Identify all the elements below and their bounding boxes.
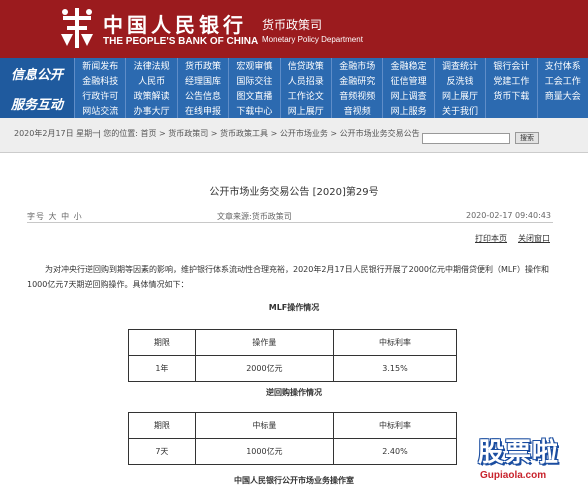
nav-row-2: 金融科技 人民币 经理国库 国际交往 人员招录 金融研究 征信管理 反洗钱 党建…: [74, 73, 588, 88]
article-timestamp: 2020-02-17 09:40:43: [466, 211, 551, 220]
bank-name-cn: 中国人民银行: [103, 13, 247, 37]
repo-table: 期限 中标量 中标利率 7天 1000亿元 2.40%: [128, 412, 457, 465]
table-cell: 1000亿元: [194, 438, 335, 465]
mlf-table: 期限 操作量 中标利率 1年 2000亿元 3.15%: [128, 329, 457, 382]
nav-item[interactable]: 支付体系: [536, 58, 588, 73]
table-cell: 1年: [128, 355, 196, 382]
table-header-row: 期限 中标量 中标利率: [128, 412, 457, 439]
nav-item[interactable]: 征信管理: [382, 73, 433, 88]
nav-item[interactable]: 货币下载: [485, 88, 536, 103]
nav-item[interactable]: 关于我们: [433, 103, 485, 118]
pboc-logo-icon: [61, 8, 93, 48]
table-cell: 3.15%: [333, 355, 457, 382]
nav-section-info: 信息公开: [0, 58, 74, 88]
watermark-text-en: Gupiaola.com: [480, 470, 547, 481]
nav-item[interactable]: 工作论文: [279, 88, 331, 103]
nav-item[interactable]: 在线申报: [176, 103, 228, 118]
current-date: 2020年2月17日 星期一: [14, 129, 101, 138]
nav-item[interactable]: 网上调查: [382, 88, 433, 103]
table-header-cell: 中标利率: [333, 412, 457, 439]
table-header-cell: 操作量: [194, 329, 335, 356]
print-link[interactable]: 打印本页: [475, 233, 507, 244]
search-button[interactable]: 搜索: [515, 132, 539, 144]
main-navigation: 信息公开 服务互动 新闻发布 法律法规 货币政策 宏观审慎 信贷政策 金融市场 …: [0, 58, 588, 118]
nav-item[interactable]: 音视频: [331, 103, 382, 118]
nav-item[interactable]: 党建工作: [485, 73, 536, 88]
nav-item[interactable]: 人民币: [125, 73, 176, 88]
department-name-cn: 货币政策司: [262, 18, 323, 32]
nav-item[interactable]: 网上服务: [382, 103, 433, 118]
nav-item[interactable]: 货币政策: [176, 58, 228, 73]
nav-item[interactable]: 下载中心: [228, 103, 279, 118]
nav-item[interactable]: 国际交往: [228, 73, 279, 88]
article-paragraph: 为对冲央行逆回购到期等因素的影响，维护银行体系流动性合理充裕，2020年2月17…: [27, 265, 549, 289]
table-header-cell: 期限: [128, 329, 196, 356]
divider: [27, 222, 553, 223]
nav-item[interactable]: 图文直播: [228, 88, 279, 103]
nav-item[interactable]: 行政许可: [74, 88, 125, 103]
table-header-row: 期限 操作量 中标利率: [128, 329, 457, 356]
nav-item[interactable]: 金融研究: [331, 73, 382, 88]
nav-item[interactable]: 网上展厅: [433, 88, 485, 103]
table-cell: 2.40%: [333, 438, 457, 465]
department-name-en: Monetary Policy Department: [262, 35, 363, 44]
nav-row-4: 网站交流 办事大厅 在线申报 下载中心 网上展厅 音视频 网上服务 关于我们: [74, 103, 588, 118]
nav-row-3: 行政许可 政策解读 公告信息 图文直播 工作论文 音频视频 网上调查 网上展厅 …: [74, 88, 588, 103]
nav-item[interactable]: 调查统计: [433, 58, 485, 73]
nav-item[interactable]: 公告信息: [176, 88, 228, 103]
nav-item[interactable]: 金融稳定: [382, 58, 433, 73]
nav-item[interactable]: 信贷政策: [279, 58, 331, 73]
nav-item[interactable]: 网站交流: [74, 103, 125, 118]
nav-item[interactable]: [485, 103, 536, 118]
breadcrumb[interactable]: | 您的位置: 首页 > 货币政策司 > 货币政策工具 > 公开市场业务 > 公…: [98, 128, 478, 139]
watermark-text-cn: 股票啦: [478, 438, 560, 468]
nav-item[interactable]: 金融市场: [331, 58, 382, 73]
site-header: 中国人民银行 THE PEOPLE'S BANK OF CHINA 货币政策司 …: [0, 0, 588, 58]
nav-item[interactable]: 政策解读: [125, 88, 176, 103]
nav-item[interactable]: 音频视频: [331, 88, 382, 103]
nav-section-service: 服务互动: [0, 88, 74, 118]
nav-item[interactable]: [536, 103, 588, 118]
watermark: 股票啦 Gupiaola.com: [470, 430, 588, 486]
mlf-heading: MLF操作情况: [268, 303, 320, 312]
nav-item[interactable]: 商量大会: [536, 88, 588, 103]
nav-item[interactable]: 经理国库: [176, 73, 228, 88]
font-size-selector[interactable]: 字号 大 中 小: [27, 211, 83, 222]
bank-name-en: THE PEOPLE'S BANK OF CHINA: [103, 36, 259, 47]
table-header-cell: 中标量: [194, 412, 335, 439]
close-window-link[interactable]: 关闭窗口: [518, 233, 550, 244]
search-input[interactable]: [422, 133, 510, 144]
nav-item[interactable]: 反洗钱: [433, 73, 485, 88]
nav-item[interactable]: 宏观审慎: [228, 58, 279, 73]
table-cell: 7天: [128, 438, 196, 465]
table-header-cell: 中标利率: [333, 329, 457, 356]
table-cell: 2000亿元: [194, 355, 335, 382]
nav-item[interactable]: 网上展厅: [279, 103, 331, 118]
table-row: 7天 1000亿元 2.40%: [128, 438, 457, 465]
nav-item[interactable]: 银行会计: [485, 58, 536, 73]
nav-item[interactable]: 法律法规: [125, 58, 176, 73]
nav-item[interactable]: 人员招录: [279, 73, 331, 88]
article-title: 公开市场业务交易公告 [2020]第29号: [209, 187, 379, 198]
table-row: 1年 2000亿元 3.15%: [128, 355, 457, 382]
article-source: 文章来源:货币政策司: [217, 212, 292, 221]
nav-row-1: 新闻发布 法律法规 货币政策 宏观审慎 信贷政策 金融市场 金融稳定 调查统计 …: [74, 58, 588, 73]
table-header-cell: 期限: [128, 412, 196, 439]
repo-heading: 逆回购操作情况: [266, 388, 322, 397]
nav-item[interactable]: 金融科技: [74, 73, 125, 88]
nav-item[interactable]: 办事大厅: [125, 103, 176, 118]
nav-item[interactable]: 新闻发布: [74, 58, 125, 73]
nav-item[interactable]: 工会工作: [536, 73, 588, 88]
